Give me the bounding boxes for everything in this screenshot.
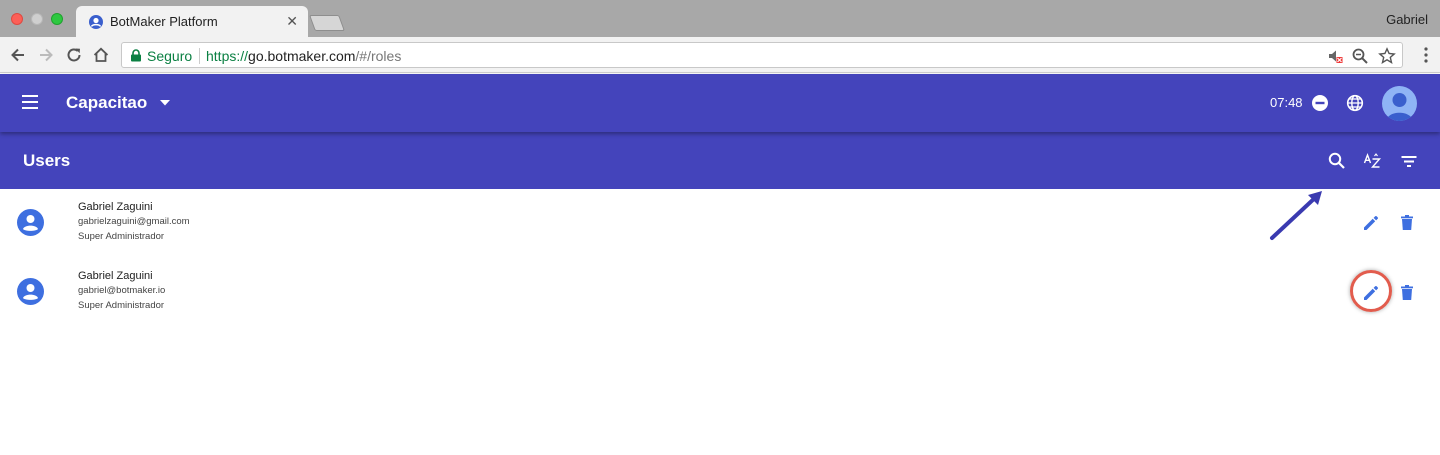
url-scheme: https:// (206, 48, 249, 64)
user-role: Super Administrador (78, 231, 165, 242)
window-maximize-button[interactable] (51, 13, 63, 25)
globe-icon[interactable] (1346, 94, 1364, 112)
user-avatar[interactable] (1382, 86, 1417, 121)
search-icon[interactable] (1327, 151, 1347, 171)
browser-tabstrip: BotMaker Platform ✕ Gabriel (0, 0, 1440, 37)
user-role: Super Administrador (78, 300, 165, 311)
tab-close-icon[interactable]: ✕ (286, 13, 298, 30)
window-close-button[interactable] (11, 13, 23, 25)
address-separator (199, 48, 200, 64)
menu-icon[interactable] (22, 95, 40, 109)
app-header: Capacitao 07:48 (0, 74, 1440, 132)
account-circle-icon (17, 209, 44, 236)
account-circle-icon (17, 278, 44, 305)
back-arrow-icon[interactable] (8, 45, 28, 65)
list-item[interactable]: Gabriel Zaguini gabrielzaguini@gmail.com… (0, 189, 1440, 258)
page-title: Users (23, 151, 71, 170)
home-icon[interactable] (91, 45, 111, 65)
secure-label: Seguro (147, 48, 193, 64)
zoom-icon[interactable] (1351, 47, 1369, 65)
sort-az-icon[interactable] (1363, 151, 1383, 171)
window-minimize-button[interactable] (31, 13, 43, 25)
user-name: Gabriel Zaguini (78, 201, 153, 213)
user-email: gabrielzaguini@gmail.com (78, 216, 190, 227)
forward-arrow-icon[interactable] (36, 45, 56, 65)
url-text: https://go.botmaker.com/#/roles (206, 48, 401, 64)
url-path: /#/roles (355, 48, 402, 64)
tab-title: BotMaker Platform (110, 14, 218, 29)
list-item[interactable]: Gabriel Zaguini gabriel@botmaker.io Supe… (0, 258, 1440, 327)
workspace-selector[interactable]: Capacitao (66, 93, 147, 113)
user-email: gabriel@botmaker.io (78, 285, 166, 296)
address-bar[interactable]: Seguro https://go.botmaker.com/#/roles (121, 42, 1403, 68)
trash-icon[interactable] (1397, 283, 1417, 303)
reload-icon[interactable] (64, 45, 84, 65)
minus-circle-icon[interactable] (1311, 94, 1329, 112)
lock-icon (131, 49, 141, 62)
browser-profile-name[interactable]: Gabriel (1386, 12, 1428, 27)
browser-toolbar: Seguro https://go.botmaker.com/#/roles (0, 37, 1440, 73)
botmaker-favicon-icon (89, 15, 103, 29)
page-toolbar: Users (0, 132, 1440, 189)
browser-menu-icon[interactable] (1424, 46, 1428, 64)
edit-highlight-annotation (1350, 270, 1392, 312)
filter-icon[interactable] (1399, 151, 1419, 171)
user-name: Gabriel Zaguini (78, 270, 153, 282)
clock-time: 07:48 (1270, 95, 1303, 110)
bookmark-star-icon[interactable] (1378, 47, 1396, 65)
annotation-arrow-icon (1270, 191, 1322, 240)
new-tab-button[interactable] (309, 15, 345, 31)
trash-icon[interactable] (1397, 213, 1417, 233)
muted-sound-icon[interactable] (1326, 47, 1344, 65)
url-host: go.botmaker.com (248, 48, 356, 64)
pencil-icon[interactable] (1361, 213, 1381, 233)
account-icon (1386, 93, 1413, 121)
chevron-down-icon[interactable] (160, 100, 170, 106)
browser-tab-active[interactable]: BotMaker Platform ✕ (76, 6, 308, 37)
